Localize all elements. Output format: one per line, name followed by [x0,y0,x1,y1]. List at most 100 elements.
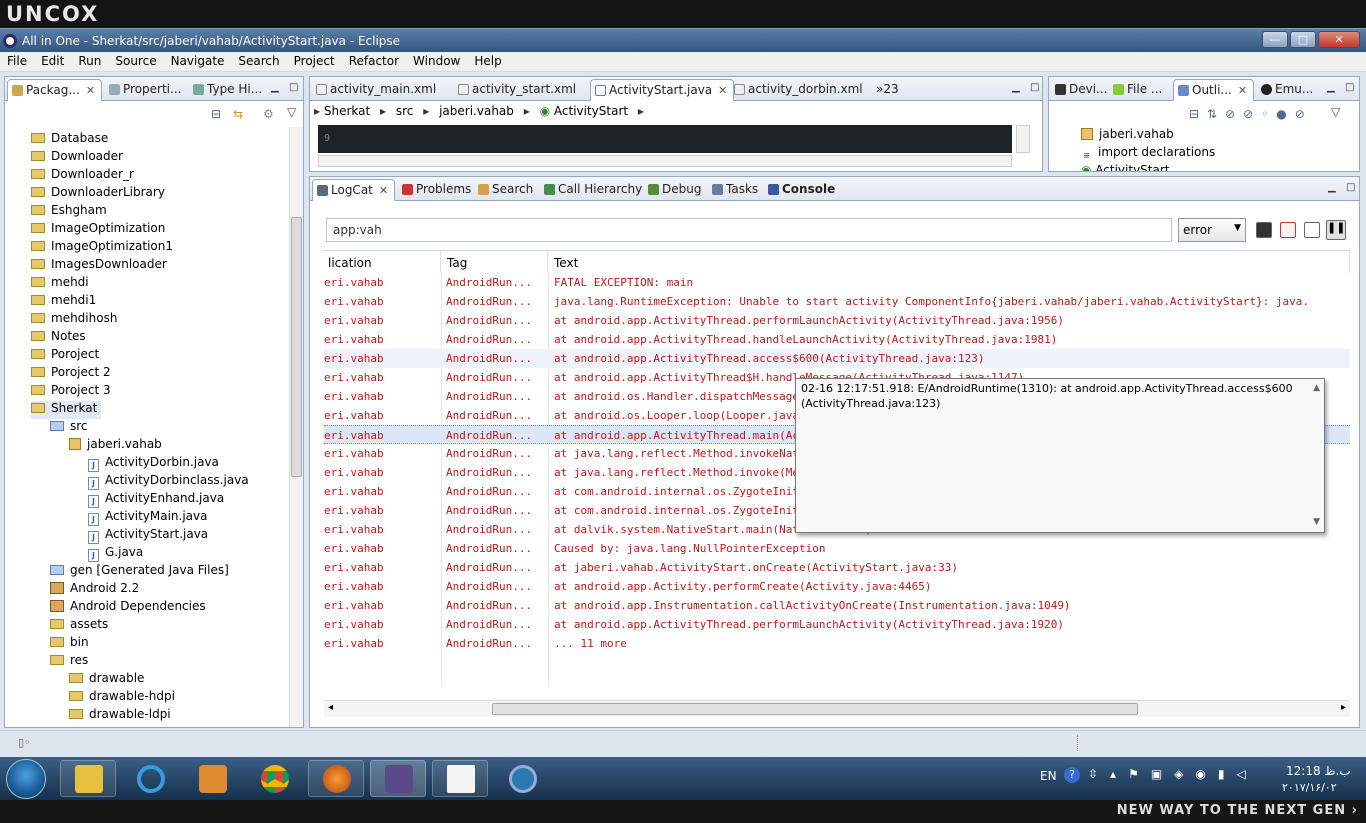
tab-problems[interactable]: Problems [398,179,477,201]
tree-item[interactable]: Eshgham [31,203,107,221]
view-menu-icon[interactable]: ▽ [287,105,296,119]
menu-navigate[interactable]: Navigate [164,52,232,70]
collapse-all-icon[interactable]: ⊟ [211,107,221,121]
menu-help[interactable]: Help [467,52,508,70]
tree-item[interactable]: drawable-hdpi [69,689,175,707]
tab-activity-start-java[interactable]: ActivityStart.java ✕ [590,79,735,101]
tree-item[interactable]: Downloader [31,149,123,167]
maximize-view-icon[interactable]: □ [1346,182,1355,193]
code-hscrollbar[interactable] [318,155,1012,167]
tree-item[interactable]: Android Dependencies [50,599,206,617]
link-with-editor-icon[interactable]: ⇆ [233,107,243,121]
column-text[interactable]: Text [548,251,1350,273]
close-icon[interactable]: ✕ [86,84,95,97]
tree-item[interactable]: Poroject 2 [31,365,111,383]
breadcrumb-package[interactable]: jaberi.vahab [439,104,514,118]
outline-item-imports[interactable]: ≡ import declarations [1081,145,1215,163]
menu-source[interactable]: Source [108,52,163,70]
pause-icon[interactable]: ❚❚ [1326,220,1346,240]
log-level-select[interactable]: error ▼ [1178,218,1246,242]
tree-item[interactable]: bin [50,635,89,653]
fast-view-icon[interactable]: ▯◦ [18,736,31,749]
close-button[interactable]: ✕ [1318,31,1360,48]
tree-item[interactable]: Poroject 3 [31,383,111,401]
tree-item[interactable]: mehdi1 [31,293,96,311]
start-button[interactable] [6,759,46,799]
scroll-right-icon[interactable]: ▸ [1341,702,1346,713]
scrollbar-thumb[interactable] [291,217,302,477]
table-row[interactable]: eri.vahab AndroidRun... at jaberi.vahab.Ac… [324,558,1350,577]
tree-item[interactable]: res [50,653,88,671]
help-icon[interactable]: ? [1064,767,1080,783]
tab-file-explorer[interactable]: File ... [1109,79,1168,101]
scrollbar-thumb[interactable] [492,703,1138,715]
menu-search[interactable]: Search [231,52,286,70]
menu-run[interactable]: Run [71,52,108,70]
tree-item[interactable]: gen [Generated Java Files] [50,563,229,581]
table-row[interactable]: eri.vahab AndroidRun... at android.app.Ins… [324,596,1350,615]
table-row[interactable]: eri.vahab AndroidRun... at android.app.Act… [324,330,1350,349]
tree-item[interactable]: J ActivityDorbin.java [88,455,219,473]
tab-activity-dorbin-xml[interactable]: activity_dorbin.xml [730,79,869,101]
tree-item[interactable]: ImagesDownloader [31,257,167,275]
save-icon[interactable] [1256,222,1272,238]
filter-icon[interactable]: ⚙ [263,107,274,121]
logcat-hscrollbar[interactable]: ◂ ▸ [324,700,1350,717]
table-row[interactable]: eri.vahab AndroidRun... at android.app.Act… [324,349,1350,368]
tree-item[interactable]: Sherkat [31,401,102,419]
tree-item[interactable]: mehdihosh [31,311,117,329]
scroll-up-icon[interactable]: ▲ [1313,381,1320,396]
minimize-view-icon[interactable]: ▁ [1012,82,1020,93]
maximize-view-icon[interactable]: □ [289,82,298,93]
outline-item-package[interactable]: jaberi.vahab [1081,127,1174,141]
breadcrumb-class[interactable]: ActivityStart [554,104,628,118]
tree-item[interactable]: drawable-ldpi [69,707,171,725]
tab-call-hierarchy[interactable]: Call Hierarchy [540,179,648,201]
maximize-view-icon[interactable]: □ [1345,82,1354,93]
tab-activity-start-xml[interactable]: activity_start.xml [454,79,582,101]
column-application[interactable]: lication [324,251,441,273]
tab-debug[interactable]: Debug [644,179,707,201]
maximize-button[interactable]: □ [1290,31,1316,48]
logcat-filter-input[interactable]: app:vah [326,218,1172,242]
taskbar-firefox[interactable] [308,760,364,797]
tree-item[interactable]: drawable [69,671,144,689]
menu-window[interactable]: Window [406,52,467,70]
minimize-button[interactable]: — [1262,31,1288,48]
taskbar-chrome[interactable] [246,760,302,797]
scroll-down-icon[interactable]: ▼ [1313,515,1320,530]
menu-project[interactable]: Project [287,52,342,70]
tree-item[interactable]: J ActivityDorbinclass.java [88,473,249,491]
outline-item-class[interactable]: ◉ ActivityStart [1081,163,1170,171]
outline-toolbar[interactable]: ⊟⇅⊘⊘◦●⊘ [1189,107,1313,121]
tab-tasks[interactable]: Tasks [708,179,764,201]
menu-edit[interactable]: Edit [34,52,71,70]
maximize-view-icon[interactable]: □ [1030,82,1039,93]
table-row[interactable]: eri.vahab AndroidRun... java.lang.RuntimeE… [324,292,1350,311]
tree-item[interactable]: mehdi [31,275,89,293]
taskbar-explorer[interactable] [60,760,116,797]
table-row[interactable]: eri.vahab AndroidRun... at android.app.Act… [324,615,1350,634]
tree-item[interactable]: DownloaderLibrary [31,185,165,203]
table-row[interactable]: eri.vahab AndroidRun... at android.app.Act… [324,311,1350,330]
table-row[interactable]: eri.vahab AndroidRun... at android.app.Act… [324,577,1350,596]
tab-logcat[interactable]: LogCat ✕ [312,179,396,201]
tab-properties[interactable]: Properti... [105,79,187,101]
tab-package-explorer[interactable]: Packag... ✕ [7,79,103,101]
view-menu-icon[interactable]: ▽ [1331,105,1340,119]
minimize-view-icon[interactable]: ▁ [1327,82,1335,93]
window-title-bar[interactable]: All in One - Sherkat/src/jaberi/vahab/Ac… [0,28,1366,52]
tree-item[interactable]: J ActivityEnhand.java [88,491,224,509]
tab-outline[interactable]: Outli... ✕ [1173,79,1255,101]
table-row[interactable]: eri.vahab AndroidRun... Caused by: java.la… [324,539,1350,558]
tree-item[interactable]: src [50,419,88,437]
close-icon[interactable]: ✕ [1238,84,1247,97]
tree-item[interactable]: Poroject [31,347,99,365]
menu-file[interactable]: File [0,52,34,70]
tree-item[interactable]: Database [31,131,108,149]
taskbar-internet-explorer[interactable] [122,760,178,797]
code-area[interactable]: 9 [318,125,1012,153]
tab-type-hierarchy[interactable]: Type Hi... [189,79,268,101]
scroll-left-icon[interactable]: ◂ [328,702,333,713]
tab-activity-main-xml[interactable]: activity_main.xml [312,79,442,101]
